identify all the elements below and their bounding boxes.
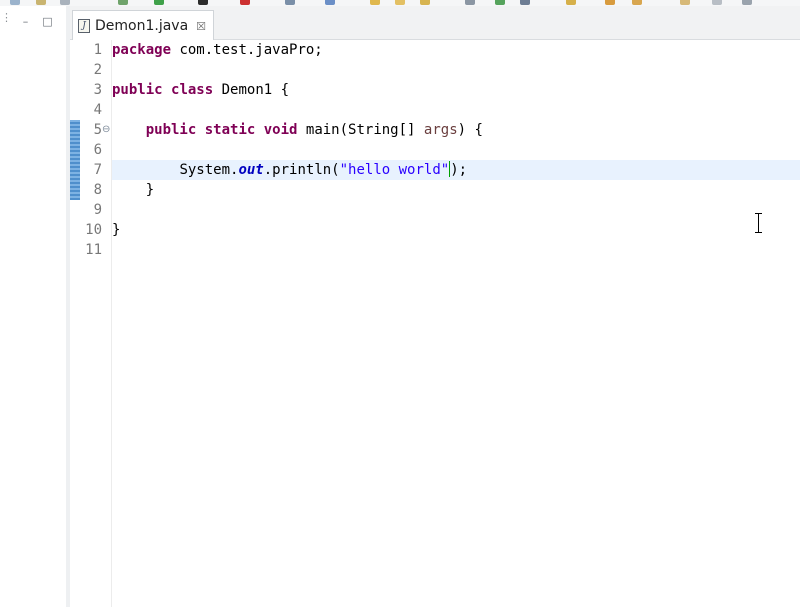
debug-icon[interactable]: [118, 0, 128, 5]
line-number: 4: [93, 102, 102, 118]
line-number: 11: [85, 242, 102, 258]
string-literal: "hello world": [339, 162, 450, 178]
line-number: 9: [93, 202, 102, 218]
code-line-10[interactable]: }: [112, 220, 120, 240]
keyword: void: [263, 122, 298, 138]
refresh-icon[interactable]: [465, 0, 475, 5]
pin-icon[interactable]: [566, 0, 576, 5]
save-icon[interactable]: [36, 0, 46, 5]
folder-icon[interactable]: [370, 0, 380, 5]
code-text: );: [450, 162, 468, 178]
open-type-icon[interactable]: [325, 0, 335, 5]
code-text: ) {: [457, 122, 483, 138]
line-number: 10: [85, 222, 102, 238]
code-editor[interactable]: 1 2 3 4 5 ⊖ 6 7 8 9 10 11 package com.te…: [70, 40, 800, 607]
run-icon[interactable]: [154, 0, 164, 5]
print-icon[interactable]: [60, 0, 70, 5]
mouse-ibeam-cursor: [755, 213, 762, 233]
tab-label: Demon1.java: [95, 18, 189, 34]
code-line-1[interactable]: package com.test.javaPro;: [112, 40, 323, 60]
code-line-8[interactable]: }: [112, 180, 154, 200]
maximize-button[interactable]: □: [42, 16, 53, 27]
annotation-ruler: [70, 40, 82, 607]
search-icon[interactable]: [285, 0, 295, 5]
code-text: Demon1 {: [213, 82, 290, 98]
keyword: package: [112, 42, 172, 58]
folder-open-icon[interactable]: [395, 0, 405, 5]
code-text: main(String[]: [297, 122, 424, 138]
minimize-button[interactable]: –: [20, 16, 31, 27]
fold-collapse-icon[interactable]: ⊖: [102, 125, 111, 135]
new-icon[interactable]: [10, 0, 20, 5]
line-number: 6: [93, 142, 102, 158]
keyword: static: [204, 122, 256, 138]
drag-handle-icon[interactable]: ⋮: [1, 12, 12, 29]
line-number: 7: [93, 162, 102, 178]
next-annotation-icon[interactable]: [495, 0, 505, 5]
line-number: 1: [93, 42, 102, 58]
perspective-icon[interactable]: [742, 0, 752, 5]
code-line-3[interactable]: public class Demon1 {: [112, 80, 289, 100]
keyword: class: [171, 82, 214, 98]
quick-diff-change-bar[interactable]: [70, 120, 80, 200]
code-text: .println(: [263, 162, 340, 178]
keyword: public: [145, 122, 197, 138]
line-number: 2: [93, 62, 102, 78]
close-icon[interactable]: ☒: [196, 20, 206, 33]
left-view-panel: ⋮ – □: [0, 6, 67, 607]
line-number-ruler: 1 2 3 4 5 ⊖ 6 7 8 9 10 11: [82, 40, 112, 607]
history-icon[interactable]: [680, 0, 690, 5]
edit-icon[interactable]: [420, 0, 430, 5]
dropdown-icon[interactable]: [712, 0, 722, 5]
code-line-5[interactable]: public static void main(String[] args) {: [112, 120, 483, 140]
java-file-icon: J: [78, 19, 90, 33]
line-number: 3: [93, 82, 102, 98]
keyword: public: [112, 82, 163, 98]
code-text: com.test.javaPro;: [171, 42, 323, 58]
tab-demon1-java[interactable]: J Demon1.java ☒: [72, 10, 214, 41]
editor-tab-bar: J Demon1.java ☒: [70, 6, 800, 41]
parameter: args: [423, 122, 458, 138]
previous-annotation-icon[interactable]: [520, 0, 530, 5]
stop-icon[interactable]: [240, 0, 250, 5]
code-text-area[interactable]: package com.test.javaPro; public class D…: [112, 40, 800, 607]
line-number: 8: [93, 182, 102, 198]
static-field: out: [238, 162, 264, 178]
line-number: 5: [93, 122, 102, 138]
back-icon[interactable]: [605, 0, 615, 5]
code-line-7[interactable]: System.out.println("hello world");: [112, 160, 467, 180]
code-text: System.: [179, 162, 239, 178]
terminal-icon[interactable]: [198, 0, 208, 5]
forward-icon[interactable]: [632, 0, 642, 5]
